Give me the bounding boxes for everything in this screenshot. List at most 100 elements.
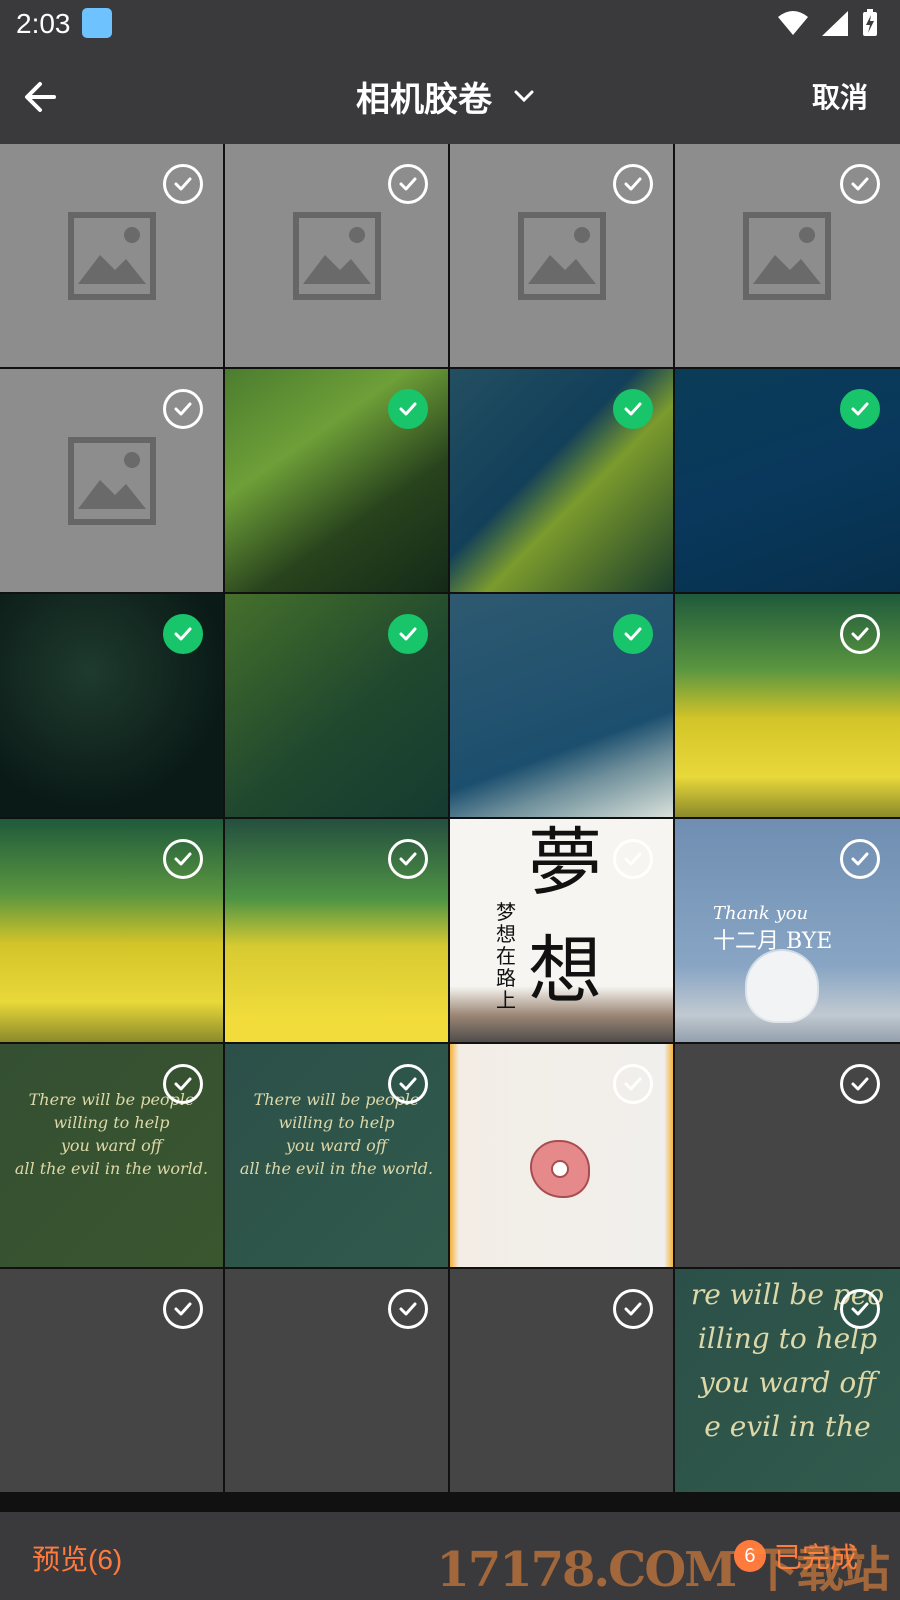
photo-tile[interactable]	[225, 819, 448, 1042]
watermark: 17178.COM 下载站	[436, 1542, 890, 1598]
photo-tile[interactable]	[0, 819, 223, 1042]
bottom-action-bar: 预览(6) 6 已完成 17178.COM 下载站	[0, 1512, 900, 1600]
select-checkbox[interactable]	[840, 389, 880, 429]
checkmark-icon	[851, 627, 869, 641]
photo-tile[interactable]	[0, 1269, 223, 1492]
checkmark-icon	[624, 177, 642, 191]
checkmark-icon	[624, 852, 642, 866]
quote-line: willing to help	[53, 1113, 170, 1132]
photo-tile[interactable]: There will be people willing to help you w…	[0, 1044, 223, 1267]
chevron-down-icon[interactable]	[510, 82, 538, 110]
select-checkbox[interactable]	[388, 839, 428, 879]
select-checkbox[interactable]	[613, 1064, 653, 1104]
cancel-button[interactable]: 取消	[812, 76, 868, 116]
photo-tile[interactable]	[450, 144, 673, 367]
cell-signal-icon	[822, 11, 848, 36]
photo-tile[interactable]	[450, 1269, 673, 1492]
quote-line: all the evil in the world.	[239, 1159, 434, 1178]
photo-grid: 夢想 梦想在路上 Thank you 十二月 BYE There will be peo…	[0, 144, 900, 1512]
wifi-icon	[778, 11, 808, 35]
flower-illustration	[530, 1140, 590, 1198]
select-checkbox[interactable]	[163, 389, 203, 429]
quote-line: you ward off	[698, 1366, 877, 1399]
dream-subtitle: 梦想在路上	[496, 900, 516, 1012]
select-checkbox[interactable]	[613, 164, 653, 204]
photo-tile[interactable]	[450, 1044, 673, 1267]
select-checkbox[interactable]	[388, 1064, 428, 1104]
status-icons	[776, 8, 880, 38]
snow-tree-image	[747, 951, 817, 1021]
photo-tile[interactable]	[0, 594, 223, 817]
checkmark-icon	[399, 852, 417, 866]
checkmark-icon	[174, 177, 192, 191]
photo-tile[interactable]	[0, 369, 223, 592]
checkmark-icon	[399, 627, 417, 641]
status-time: 2:03	[16, 8, 71, 39]
checkmark-icon	[851, 852, 869, 866]
winter-card-title: 十二月 BYE	[713, 929, 833, 954]
photo-tile[interactable]	[225, 369, 448, 592]
album-title[interactable]: 相机胶卷	[356, 72, 492, 121]
checkmark-icon	[624, 402, 642, 416]
preview-button[interactable]: 预览(6)	[32, 1538, 122, 1578]
quote-line: e evil in the	[704, 1410, 871, 1443]
photo-tile[interactable]	[675, 144, 900, 367]
select-checkbox[interactable]	[163, 164, 203, 204]
quote-line: you ward off	[285, 1136, 388, 1155]
photo-tile[interactable]: Thank you 十二月 BYE	[675, 819, 900, 1042]
quote-line: all the evil in the world.	[14, 1159, 209, 1178]
select-checkbox[interactable]	[840, 614, 880, 654]
select-checkbox[interactable]	[388, 389, 428, 429]
photo-tile[interactable]	[0, 144, 223, 367]
checkmark-icon	[851, 1302, 869, 1316]
photo-tile[interactable]	[225, 1269, 448, 1492]
select-checkbox[interactable]	[840, 839, 880, 879]
select-checkbox[interactable]	[613, 389, 653, 429]
image-placeholder-icon	[293, 212, 381, 300]
photo-tile[interactable]	[675, 1044, 900, 1267]
photo-tile[interactable]	[675, 594, 900, 817]
photo-tile[interactable]: 夢想 梦想在路上	[450, 819, 673, 1042]
select-checkbox[interactable]	[613, 614, 653, 654]
status-bar: 2:03	[0, 0, 900, 48]
checkmark-icon	[174, 1077, 192, 1091]
photo-tile[interactable]: re will be peo illing to help you ward off…	[675, 1269, 900, 1492]
select-checkbox[interactable]	[388, 164, 428, 204]
photo-tile[interactable]	[225, 594, 448, 817]
photo-tile[interactable]	[675, 369, 900, 592]
select-checkbox[interactable]	[388, 614, 428, 654]
photo-tile[interactable]	[225, 144, 448, 367]
back-arrow-icon[interactable]	[18, 72, 68, 122]
select-checkbox[interactable]	[163, 1289, 203, 1329]
checkmark-icon	[399, 1077, 417, 1091]
select-checkbox[interactable]	[388, 1289, 428, 1329]
select-checkbox[interactable]	[613, 1289, 653, 1329]
battery-charging-icon	[863, 9, 877, 36]
image-placeholder-icon	[68, 212, 156, 300]
checkmark-icon	[399, 177, 417, 191]
checkmark-icon	[624, 1302, 642, 1316]
photo-tile[interactable]	[450, 594, 673, 817]
photo-tile[interactable]	[450, 369, 673, 592]
checkmark-icon	[174, 627, 192, 641]
app-icon	[82, 8, 112, 38]
checkmark-icon	[174, 402, 192, 416]
image-placeholder-icon	[743, 212, 831, 300]
checkmark-icon	[851, 1077, 869, 1091]
select-checkbox[interactable]	[840, 1289, 880, 1329]
checkmark-icon	[851, 177, 869, 191]
checkmark-icon	[399, 1302, 417, 1316]
quote-line: willing to help	[278, 1113, 395, 1132]
quote-line: you ward off	[60, 1136, 163, 1155]
checkmark-icon	[399, 402, 417, 416]
select-checkbox[interactable]	[163, 1064, 203, 1104]
image-placeholder-icon	[518, 212, 606, 300]
select-checkbox[interactable]	[163, 614, 203, 654]
checkmark-icon	[174, 1302, 192, 1316]
select-checkbox[interactable]	[840, 1064, 880, 1104]
select-checkbox[interactable]	[613, 839, 653, 879]
select-checkbox[interactable]	[840, 164, 880, 204]
checkmark-icon	[851, 402, 869, 416]
photo-tile[interactable]: There will be people willing to help you w…	[225, 1044, 448, 1267]
select-checkbox[interactable]	[163, 839, 203, 879]
